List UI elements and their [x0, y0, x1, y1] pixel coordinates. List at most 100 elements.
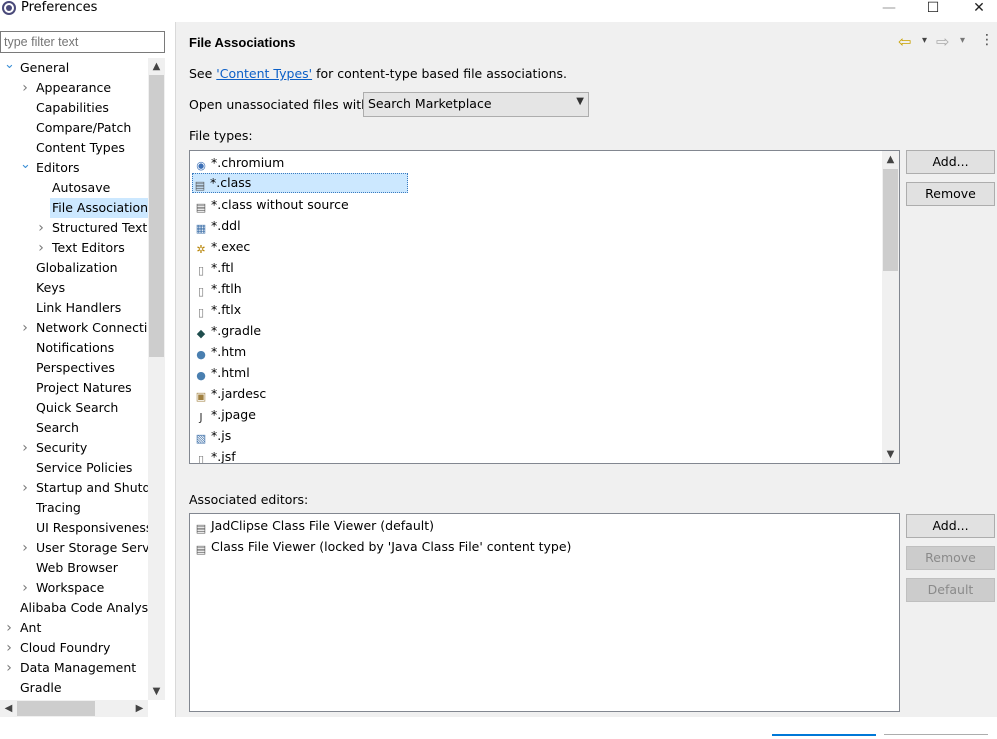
collapsed-chevron-icon[interactable]: › [20, 78, 30, 98]
dialog-footer [0, 717, 997, 739]
file-type-row[interactable]: ◉ *.chromium [194, 152, 284, 173]
tree-item[interactable]: File Associations [0, 198, 148, 218]
tree-item[interactable]: Autosave [0, 178, 148, 198]
default-editor-button[interactable]: Default [906, 578, 995, 602]
tree-item[interactable]: Notifications [0, 338, 148, 358]
file-type-row[interactable]: ▦ *.ddl [194, 215, 241, 236]
scrollbar-thumb[interactable] [17, 701, 95, 716]
view-menu-icon[interactable]: ⋮ [980, 32, 994, 48]
collapsed-chevron-icon[interactable]: › [20, 538, 30, 558]
file-type-row[interactable]: ▯ *.ftlx [194, 299, 241, 320]
scroll-down-arrow-icon[interactable]: ▼ [882, 446, 899, 463]
tree-item[interactable]: › Workspace [0, 578, 148, 598]
open-unassociated-select[interactable]: Search Marketplace ▼ [363, 92, 589, 117]
text-file-icon: ▯ [197, 264, 205, 277]
class-file-icon: ▤ [194, 179, 206, 192]
tree-item[interactable]: Quick Search [0, 398, 148, 418]
tree-item[interactable]: › Network Connectio [0, 318, 148, 338]
maximize-button[interactable]: ☐ [910, 0, 956, 20]
tree-item[interactable]: Globalization [0, 258, 148, 278]
tree-horizontal-scrollbar[interactable]: ◀ ▶ [0, 700, 148, 717]
collapsed-chevron-icon[interactable]: › [36, 238, 46, 258]
content-types-link[interactable]: 'Content Types' [216, 66, 312, 81]
collapsed-chevron-icon[interactable]: › [20, 318, 30, 338]
tree-item[interactable]: Search [0, 418, 148, 438]
scroll-up-arrow-icon[interactable]: ▲ [882, 151, 899, 168]
tree-item[interactable]: › Text Editors [0, 238, 148, 258]
forward-arrow-icon[interactable]: ⇨ [936, 32, 949, 51]
remove-editor-button[interactable]: Remove [906, 546, 995, 570]
add-file-type-button[interactable]: Add... [906, 150, 995, 174]
cancel-button[interactable] [884, 734, 988, 739]
tree-item[interactable]: ⌄ General [0, 58, 148, 78]
tree-item[interactable]: Web Browser [0, 558, 148, 578]
file-type-row[interactable]: J *.jpage [194, 404, 256, 425]
tree-item[interactable]: Keys [0, 278, 148, 298]
collapsed-chevron-icon[interactable]: › [4, 618, 14, 638]
tree-item[interactable]: Tracing [0, 498, 148, 518]
collapsed-chevron-icon[interactable]: › [4, 638, 14, 658]
file-type-row[interactable]: ◆ *.gradle [194, 320, 261, 341]
tree-item[interactable]: Content Types [0, 138, 148, 158]
file-types-list[interactable]: ◉ *.chromium ▤ *.class ▤ *.class without sour… [189, 150, 900, 464]
tree-item[interactable]: › Appearance [0, 78, 148, 98]
back-dropdown-icon[interactable]: ▾ [922, 35, 927, 46]
file-type-row[interactable]: ✲ *.exec [194, 236, 250, 257]
file-type-row[interactable]: ▣ *.jardesc [194, 383, 267, 404]
tree-item[interactable]: Perspectives [0, 358, 148, 378]
tree-item[interactable]: Link Handlers [0, 298, 148, 318]
tree-item[interactable]: Service Policies [0, 458, 148, 478]
file-type-row[interactable]: ▯ *.ftlh [194, 278, 242, 299]
tree-item[interactable]: Capabilities [0, 98, 148, 118]
tree-item[interactable]: › Security [0, 438, 148, 458]
chromium-icon: ◉ [196, 159, 206, 172]
tree-item[interactable]: › User Storage Servic [0, 538, 148, 558]
tree-item-label: Search [36, 420, 79, 435]
tree-item[interactable]: Compare/Patch [0, 118, 148, 138]
tree-item[interactable]: UI Responsiveness [0, 518, 148, 538]
file-type-row[interactable]: ▯ *.ftl [194, 257, 234, 278]
tree-item[interactable]: › Structured Text E [0, 218, 148, 238]
expanded-chevron-icon[interactable]: ⌄ [20, 158, 31, 178]
expanded-chevron-icon[interactable]: ⌄ [4, 58, 15, 78]
associated-editors-list[interactable]: ▤ JadClipse Class File Viewer (default) ▤ C… [189, 513, 900, 712]
scroll-left-arrow-icon[interactable]: ◀ [0, 700, 17, 717]
scroll-down-arrow-icon[interactable]: ▼ [148, 683, 165, 700]
collapsed-chevron-icon[interactable]: › [4, 658, 14, 678]
scrollbar-thumb[interactable] [149, 75, 164, 357]
close-button[interactable]: ✕ [956, 0, 997, 20]
filter-input[interactable] [0, 31, 165, 53]
file-types-scrollbar[interactable]: ▲ ▼ [882, 151, 899, 463]
file-type-row[interactable]: ▤ *.class [192, 173, 408, 193]
tree-item[interactable]: Alibaba Code Analysis [0, 598, 148, 618]
apply-and-close-button[interactable] [772, 734, 876, 739]
add-editor-button[interactable]: Add... [906, 514, 995, 538]
file-type-row[interactable]: ▯ *.jsf [194, 446, 236, 463]
minimize-button[interactable]: — [866, 0, 912, 20]
tree-item[interactable]: Project Natures [0, 378, 148, 398]
collapsed-chevron-icon[interactable]: › [36, 218, 46, 238]
collapsed-chevron-icon[interactable]: › [20, 438, 30, 458]
collapsed-chevron-icon[interactable]: › [20, 478, 30, 498]
scroll-up-arrow-icon[interactable]: ▲ [148, 58, 165, 75]
collapsed-chevron-icon[interactable]: › [20, 578, 30, 598]
tree-item[interactable]: › Cloud Foundry [0, 638, 148, 658]
tree-item[interactable]: ⌄ Editors [0, 158, 148, 178]
back-arrow-icon[interactable]: ⇦ [898, 32, 911, 51]
tree-item[interactable]: › Data Management [0, 658, 148, 678]
tree-item-label: Globalization [36, 260, 118, 275]
file-type-row[interactable]: ● *.html [194, 362, 250, 383]
forward-dropdown-icon[interactable]: ▾ [960, 35, 965, 46]
tree-item[interactable]: › Ant [0, 618, 148, 638]
remove-file-type-button[interactable]: Remove [906, 182, 995, 206]
tree-item[interactable]: › Startup and Shutdo [0, 478, 148, 498]
file-type-row[interactable]: ▤ *.class without source [194, 194, 349, 215]
scrollbar-thumb[interactable] [883, 169, 898, 271]
tree-item[interactable]: Gradle [0, 678, 148, 698]
editor-row[interactable]: ▤ Class File Viewer (locked by 'Java Clas… [194, 536, 572, 557]
tree-vertical-scrollbar[interactable]: ▲ ▼ [148, 58, 165, 700]
scroll-right-arrow-icon[interactable]: ▶ [131, 700, 148, 717]
file-type-row[interactable]: ▧ *.js [194, 425, 231, 446]
editor-row[interactable]: ▤ JadClipse Class File Viewer (default) [194, 515, 434, 536]
file-type-row[interactable]: ● *.htm [194, 341, 246, 362]
